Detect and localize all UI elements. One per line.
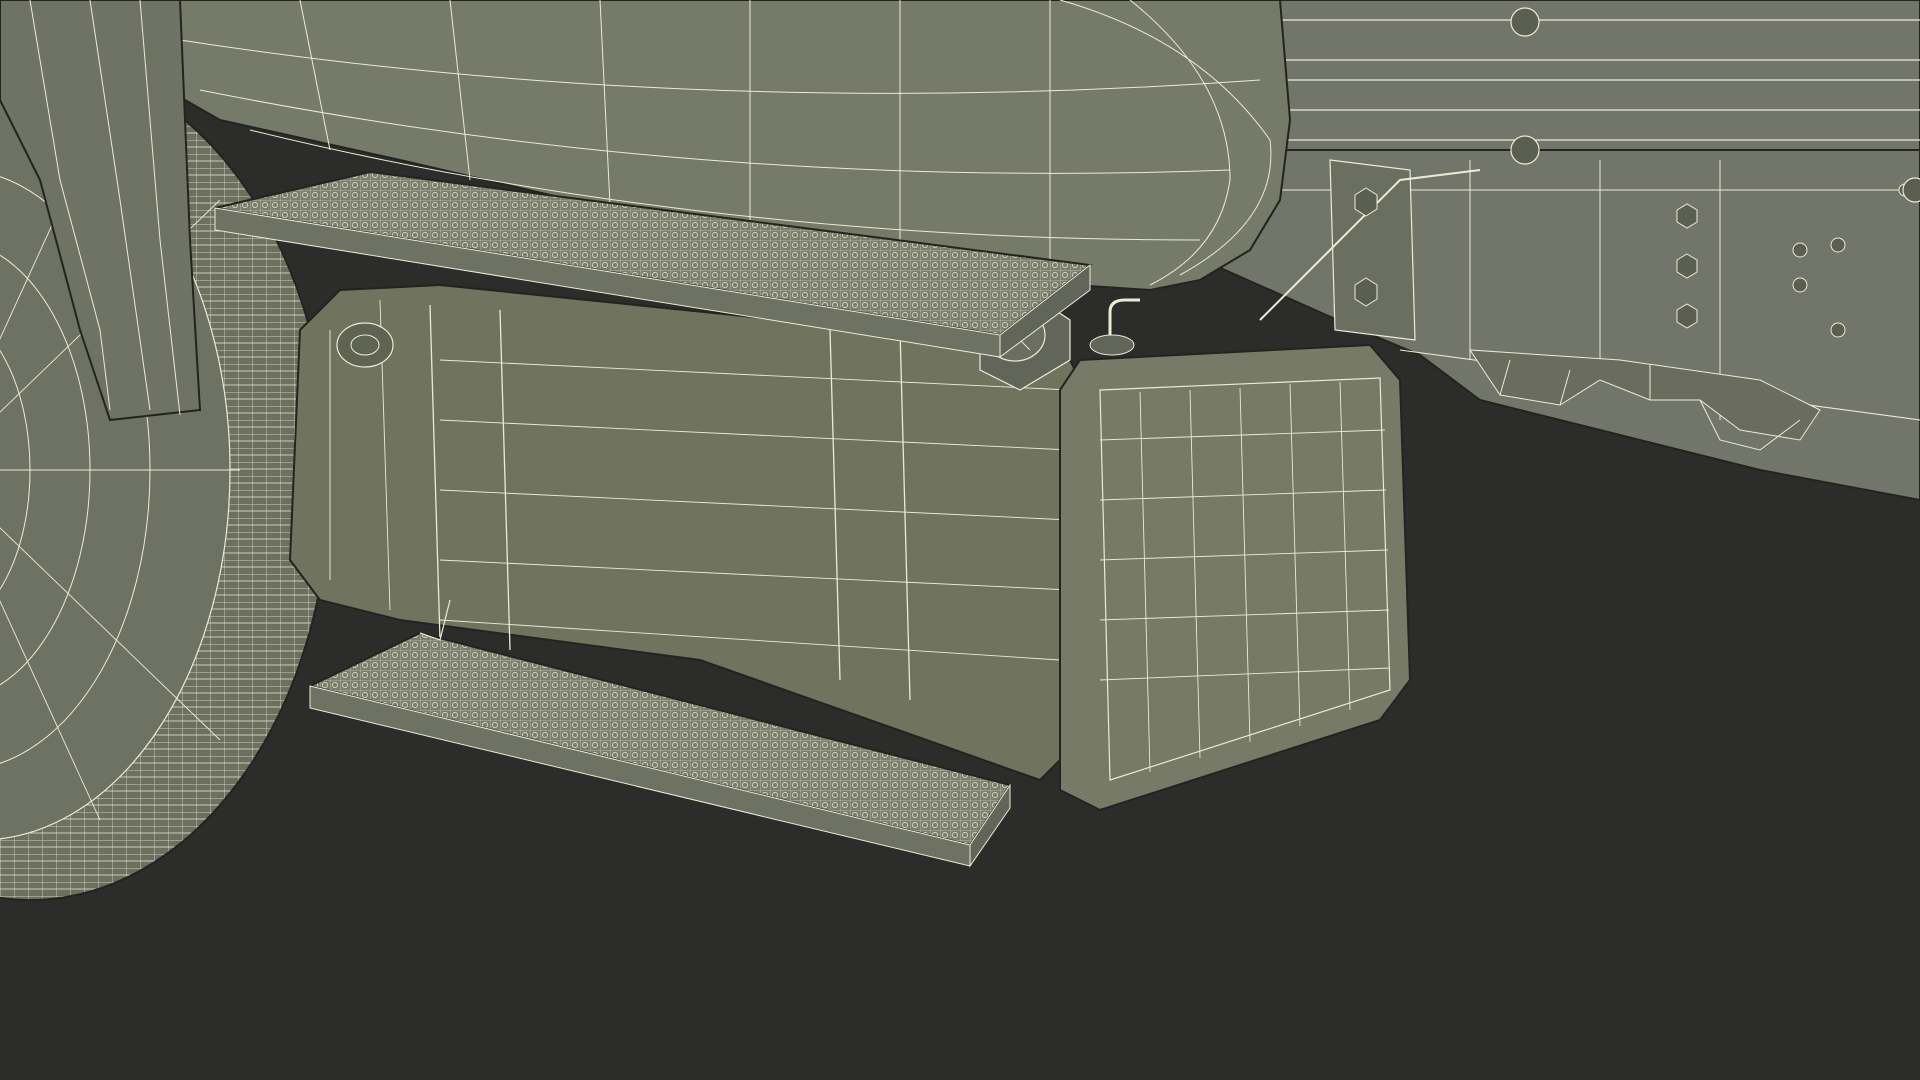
wireframe-render (0, 0, 1920, 1080)
tank-side-cap (336, 322, 394, 368)
render-viewport (0, 0, 1920, 1080)
